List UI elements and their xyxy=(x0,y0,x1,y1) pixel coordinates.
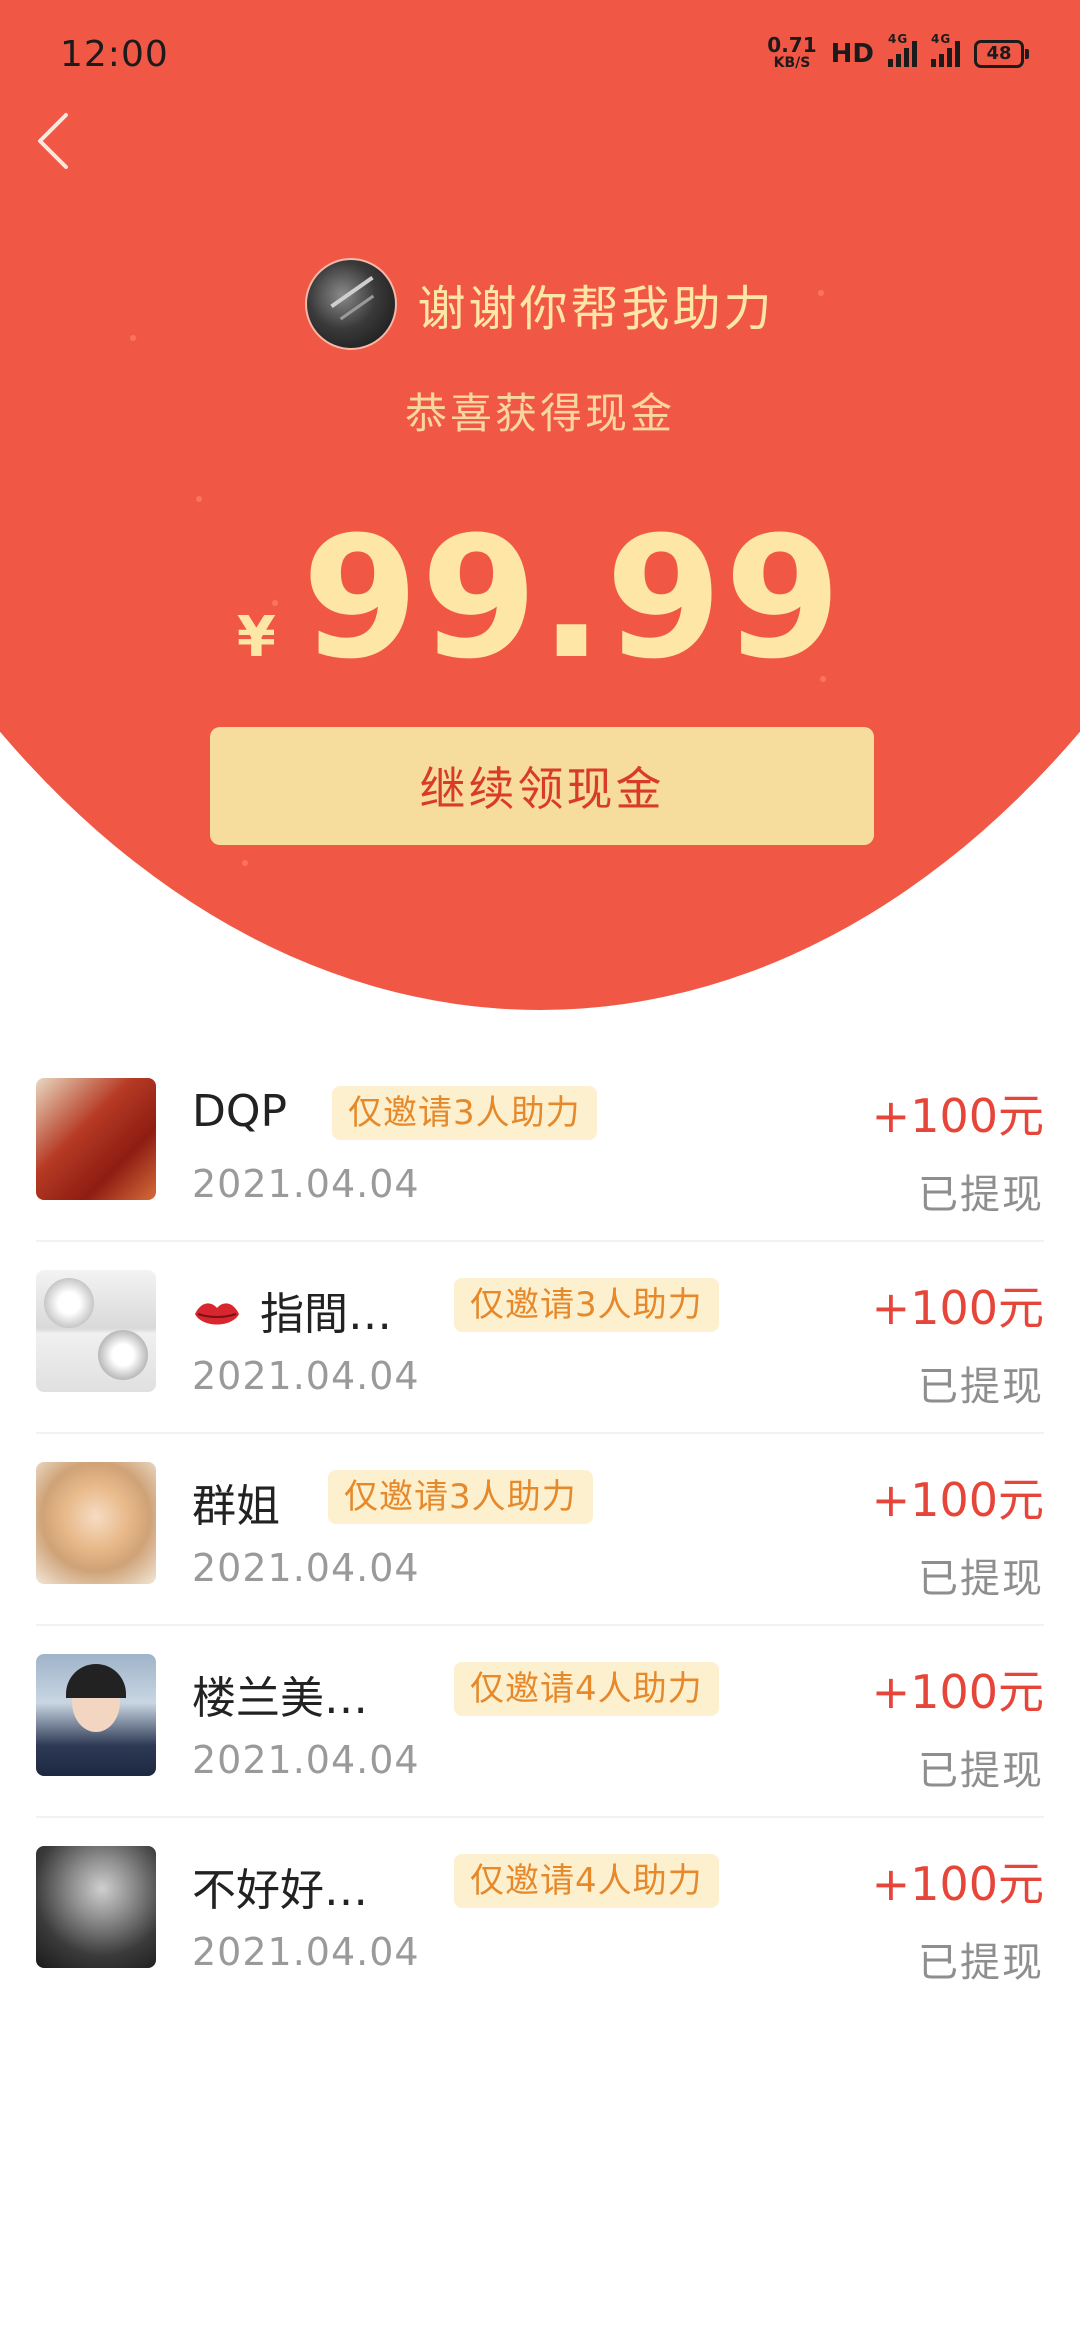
record-date: 2021.04.04 xyxy=(192,1546,420,1590)
avatar xyxy=(36,1846,156,1968)
list-item: DQP 仅邀请3人助力 2021.04.04 +100元 已提现 xyxy=(36,1050,1044,1242)
withdraw-status: 已提现 xyxy=(918,1748,1044,1794)
invite-count-badge: 仅邀请3人助力 xyxy=(332,1086,597,1140)
signal-tag: 4G xyxy=(931,32,952,46)
withdraw-status: 已提现 xyxy=(918,1940,1044,1986)
list-item: 不好好… 仅邀请4人助力 2021.04.04 +100元 已提现 xyxy=(36,1818,1044,2008)
reward-amount: +100元 xyxy=(871,1665,1044,1719)
helper-name: 指間… xyxy=(260,1289,392,1340)
list-item: 指間… 仅邀请3人助力 2021.04.04 +100元 已提现 xyxy=(36,1242,1044,1434)
avatar xyxy=(36,1462,156,1584)
reward-page: 12:00 0.71 KB/S HD 4G 4G 48 谢谢你帮我助力 恭喜获得… xyxy=(0,0,1080,2340)
avatar xyxy=(36,1270,156,1392)
reward-amount: +100元 xyxy=(871,1089,1044,1143)
continue-claim-cash-button[interactable]: 继续领现金 xyxy=(210,727,874,845)
reward-amount: +100元 xyxy=(871,1473,1044,1527)
battery-icon: 48 xyxy=(974,40,1029,68)
status-bar: 12:00 0.71 KB/S HD 4G 4G 48 xyxy=(0,0,1080,110)
record-date: 2021.04.04 xyxy=(192,1354,420,1398)
signal-icon: 4G xyxy=(931,33,960,67)
list-item: 楼兰美… 仅邀请4人助力 2021.04.04 +100元 已提现 xyxy=(36,1626,1044,1818)
avatar xyxy=(36,1654,156,1776)
cash-amount: ¥ 99.99 xyxy=(0,500,1080,696)
invite-count-badge: 仅邀请4人助力 xyxy=(454,1854,719,1908)
sparkle-decoration xyxy=(242,860,248,866)
inviter-thanks-text: 谢谢你帮我助力 xyxy=(417,281,775,337)
record-date: 2021.04.04 xyxy=(192,1930,420,1974)
amount-value: 99.99 xyxy=(301,500,844,696)
network-speed-unit: KB/S xyxy=(773,55,811,71)
helper-record-list: DQP 仅邀请3人助力 2021.04.04 +100元 已提现 指間… 仅邀请… xyxy=(0,1050,1080,2008)
chevron-left-icon xyxy=(38,113,68,169)
withdraw-status: 已提现 xyxy=(918,1364,1044,1410)
back-button[interactable] xyxy=(30,105,90,175)
kiss-lips-icon xyxy=(192,1292,242,1328)
reward-amount: +100元 xyxy=(871,1857,1044,1911)
status-time: 12:00 xyxy=(60,34,169,75)
avatar xyxy=(305,258,398,350)
currency-symbol: ¥ xyxy=(236,605,276,670)
reward-amount: +100元 xyxy=(871,1281,1044,1335)
congrats-subtitle: 恭喜获得现金 xyxy=(404,389,675,438)
record-date: 2021.04.04 xyxy=(192,1162,420,1206)
helper-name: 不好好… xyxy=(192,1865,368,1916)
network-speed: 0.71 KB/S xyxy=(767,33,817,72)
invite-count-badge: 仅邀请3人助力 xyxy=(328,1470,593,1524)
status-icons: 0.71 KB/S HD 4G 4G 48 xyxy=(767,33,1029,72)
signal-tag: 4G xyxy=(888,32,909,46)
helper-name-wrap: 指間… xyxy=(192,1278,392,1342)
withdraw-status: 已提现 xyxy=(918,1172,1044,1218)
helper-name: 群姐 xyxy=(192,1481,280,1532)
helper-name: 楼兰美… xyxy=(192,1673,368,1724)
list-item: 群姐 仅邀请3人助力 2021.04.04 +100元 已提现 xyxy=(36,1434,1044,1626)
withdraw-status: 已提现 xyxy=(918,1556,1044,1602)
network-speed-value: 0.71 xyxy=(767,33,817,57)
signal-icon: 4G xyxy=(888,33,917,67)
record-date: 2021.04.04 xyxy=(192,1738,420,1782)
hd-icon: HD xyxy=(830,39,874,69)
inviter-info: 谢谢你帮我助力 xyxy=(0,258,1080,350)
invite-count-badge: 仅邀请3人助力 xyxy=(454,1278,719,1332)
avatar xyxy=(36,1078,156,1200)
invite-count-badge: 仅邀请4人助力 xyxy=(454,1662,719,1716)
helper-name: DQP xyxy=(192,1086,288,1137)
header-banner: 12:00 0.71 KB/S HD 4G 4G 48 谢谢你帮我助力 恭喜获得… xyxy=(0,0,1080,1010)
